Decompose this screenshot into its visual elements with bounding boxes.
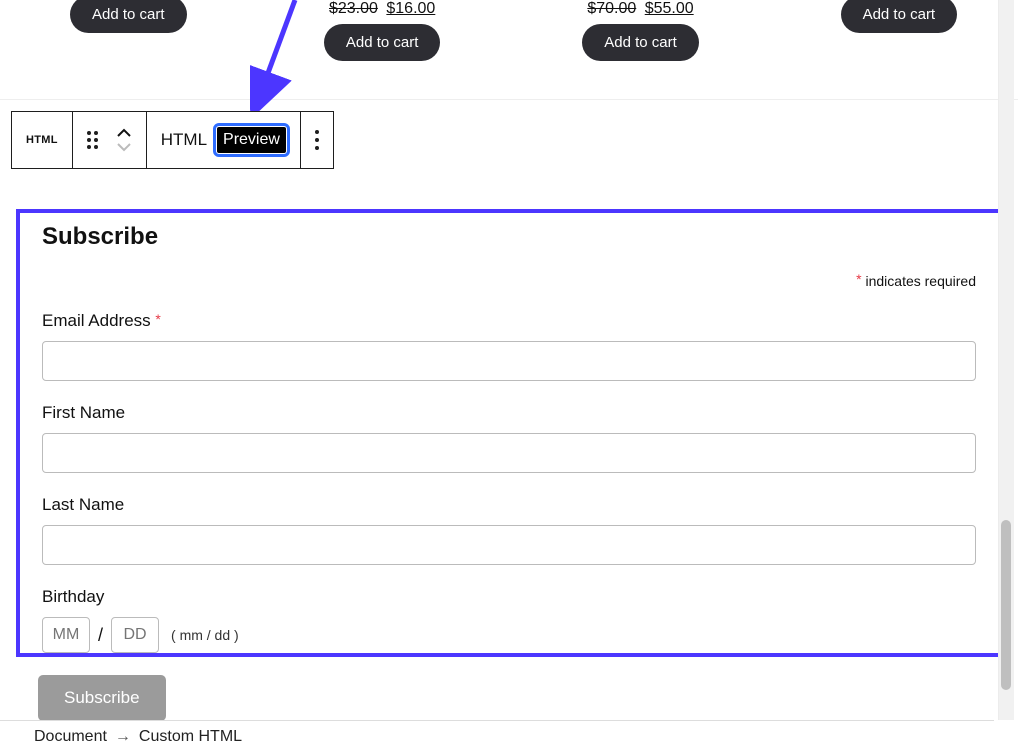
first-name-label: First Name xyxy=(42,403,976,423)
add-to-cart-button[interactable]: Add to cart xyxy=(582,24,699,61)
vertical-scrollbar[interactable] xyxy=(998,0,1014,720)
birthday-mm-input[interactable] xyxy=(42,617,90,653)
toolbar-drag-move xyxy=(73,112,147,168)
asterisk-icon: * xyxy=(856,271,861,287)
subscribe-button[interactable]: Subscribe xyxy=(38,675,166,721)
move-buttons xyxy=(116,127,132,153)
first-name-input[interactable] xyxy=(42,433,976,473)
birthday-field-group: Birthday / ( mm / dd ) xyxy=(42,587,976,653)
sale-price: $55.00 xyxy=(645,0,694,17)
email-input[interactable] xyxy=(42,341,976,381)
required-note-text: indicates required xyxy=(865,273,976,289)
product-card: $23.00 $16.00 Add to cart xyxy=(263,0,501,99)
block-type-badge: HTML xyxy=(26,134,58,146)
arrow-right-icon: → xyxy=(115,728,131,746)
old-price: $23.00 xyxy=(329,0,378,17)
toolbar-block-type[interactable]: HTML xyxy=(12,112,73,168)
birthday-hint: ( mm / dd ) xyxy=(171,627,239,643)
html-tab[interactable]: HTML xyxy=(161,130,207,150)
breadcrumb-current[interactable]: Custom HTML xyxy=(139,728,242,746)
toolbar-view-toggle: HTML Preview xyxy=(147,112,301,168)
add-to-cart-button[interactable]: Add to cart xyxy=(841,0,958,33)
preview-tab[interactable]: Preview xyxy=(217,127,286,153)
scrollbar-thumb[interactable] xyxy=(1001,520,1011,690)
price: $23.00 $16.00 xyxy=(329,0,435,18)
birthday-dd-input[interactable] xyxy=(111,617,159,653)
products-row: Add to cart $23.00 $16.00 Add to cart $7… xyxy=(0,0,1018,100)
product-card: Add to cart xyxy=(780,0,1018,99)
last-name-input[interactable] xyxy=(42,525,976,565)
old-price: $70.00 xyxy=(587,0,636,17)
first-name-field-group: First Name xyxy=(42,403,976,473)
product-card: $70.00 $55.00 Add to cart xyxy=(521,0,759,99)
form-title: Subscribe xyxy=(42,223,976,251)
breadcrumb-root[interactable]: Document xyxy=(34,728,107,746)
product-card: Add to cart xyxy=(70,0,243,99)
add-to-cart-button[interactable]: Add to cart xyxy=(70,0,187,33)
add-to-cart-button[interactable]: Add to cart xyxy=(324,24,441,61)
price: $70.00 $55.00 xyxy=(587,0,693,18)
last-name-field-group: Last Name xyxy=(42,495,976,565)
asterisk-icon: * xyxy=(155,311,160,327)
sale-price: $16.00 xyxy=(386,0,435,17)
required-note: * indicates required xyxy=(42,273,976,289)
block-toolbar: HTML HTML Preview xyxy=(11,111,334,169)
birthday-label: Birthday xyxy=(42,587,976,607)
more-options-icon xyxy=(315,130,319,150)
email-field-group: Email Address * xyxy=(42,311,976,381)
breadcrumb: Document → Custom HTML xyxy=(0,720,994,752)
drag-handle-icon[interactable] xyxy=(87,131,98,149)
chevron-up-icon[interactable] xyxy=(116,127,132,139)
chevron-down-icon[interactable] xyxy=(116,141,132,153)
date-separator: / xyxy=(98,625,103,646)
form-preview: Subscribe * indicates required Email Add… xyxy=(16,209,1002,657)
toolbar-more[interactable] xyxy=(301,112,333,168)
email-label: Email Address * xyxy=(42,311,976,331)
last-name-label: Last Name xyxy=(42,495,976,515)
